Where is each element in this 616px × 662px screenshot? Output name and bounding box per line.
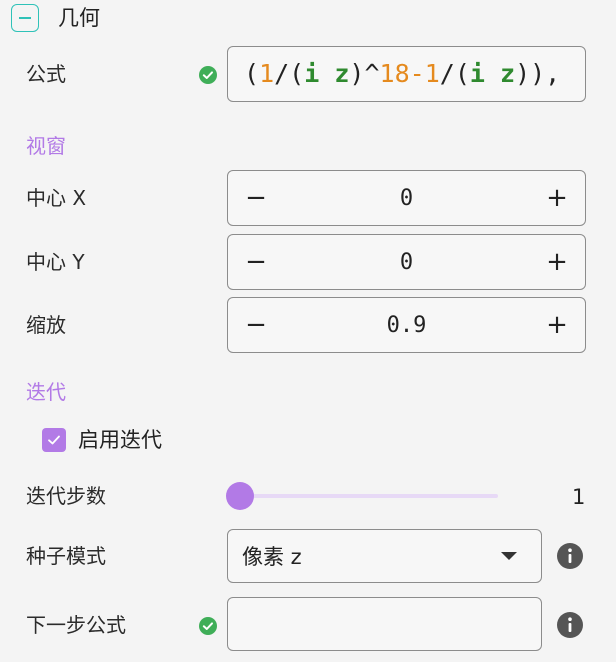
center-x-increment-button[interactable]: + [529, 170, 585, 226]
formula-input[interactable]: (1/(i z)^18-1/(i z)), [227, 46, 586, 102]
zoom-increment-button[interactable]: + [529, 297, 585, 353]
center-y-decrement-button[interactable]: − [228, 234, 284, 290]
formula-token [485, 59, 500, 88]
next-formula-input[interactable] [227, 597, 542, 651]
formula-token: i [304, 59, 320, 88]
caret-down-icon [501, 552, 517, 560]
formula-token: z [334, 59, 350, 88]
enable-iteration-checkbox[interactable] [42, 428, 66, 452]
formula-token: i [469, 59, 485, 88]
iteration-steps-value: 1 [572, 485, 586, 509]
formula-token: /( [439, 59, 470, 88]
next-formula-label: 下一步公式 [26, 613, 126, 637]
section-title: 几何 [58, 6, 100, 30]
zoom-decrement-button[interactable]: − [228, 297, 284, 353]
center-y-increment-button[interactable]: + [529, 234, 585, 290]
info-icon[interactable] [556, 611, 584, 639]
center-x-value[interactable]: 0 [400, 186, 413, 211]
formula-token: )), [515, 59, 561, 88]
check-circle-icon [199, 66, 217, 84]
center-y-value[interactable]: 0 [400, 250, 413, 275]
center-y-label: 中心 Y [26, 250, 85, 274]
enable-iteration-label[interactable]: 启用迭代 [78, 426, 162, 454]
iteration-steps-slider-track[interactable] [240, 494, 498, 498]
formula-token: 1 [259, 59, 275, 88]
viewport-group-title: 视窗 [26, 134, 66, 158]
zoom-value[interactable]: 0.9 [387, 313, 427, 338]
zoom-stepper: − 0.9 + [227, 297, 586, 353]
formula-token: 18 [379, 59, 410, 88]
formula-token: 1 [424, 59, 440, 88]
check-circle-icon [199, 617, 217, 635]
collapse-toggle-button[interactable] [11, 4, 39, 32]
seed-mode-value: 像素 z [242, 545, 302, 569]
minus-icon [19, 17, 31, 19]
center-y-stepper: − 0 + [227, 234, 586, 290]
iteration-steps-slider-thumb[interactable] [226, 482, 254, 510]
formula-token: )^ [349, 59, 380, 88]
center-x-stepper: − 0 + [227, 170, 586, 226]
formula-token: z [500, 59, 516, 88]
formula-token: - [409, 59, 425, 88]
center-x-label: 中心 X [26, 186, 87, 210]
info-icon[interactable] [556, 542, 584, 570]
zoom-label: 缩放 [26, 313, 66, 337]
checkmark-icon [48, 435, 60, 445]
seed-mode-label: 种子模式 [26, 544, 106, 568]
formula-token: ( [244, 59, 260, 88]
formula-token [319, 59, 334, 88]
iteration-steps-label: 迭代步数 [26, 484, 106, 508]
formula-token: /( [274, 59, 305, 88]
iteration-group-title: 迭代 [26, 380, 66, 404]
center-x-decrement-button[interactable]: − [228, 170, 284, 226]
formula-label: 公式 [26, 62, 66, 86]
seed-mode-select[interactable]: 像素 z [227, 529, 542, 583]
